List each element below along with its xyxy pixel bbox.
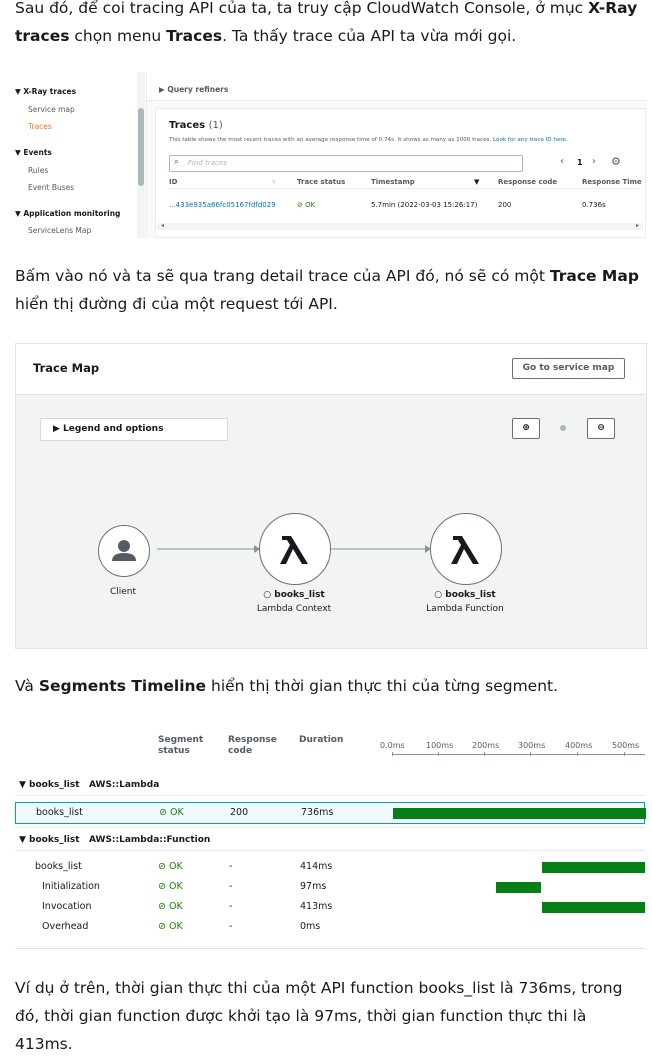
axis-line (392, 754, 645, 755)
nav-service-map[interactable]: Service map (28, 105, 75, 114)
axis-tick (438, 752, 439, 756)
table-row[interactable]: books_list ⊘ OK - 414ms (15, 857, 645, 877)
tick-label: 200ms (472, 741, 500, 750)
lambda-context-type: Lambda Context (256, 604, 332, 614)
timeline-bar[interactable] (496, 882, 541, 893)
col-segment-status: Segment status (158, 735, 204, 756)
lambda-function-name: ○ books_list (434, 590, 496, 600)
nav-xray-traces[interactable]: ▼ X-Ray traces (15, 87, 76, 96)
check-circle-icon: ⊘ (158, 921, 166, 932)
traces-count: (1) (208, 120, 223, 131)
tick-label: 100ms (426, 741, 454, 750)
find-traces-placeholder: Find traces (188, 159, 227, 167)
sidebar-scrollbar[interactable] (137, 72, 145, 238)
axis-tick (484, 752, 485, 756)
sort-desc-icon[interactable]: ▼ (474, 178, 479, 186)
xray-traces-screenshot: ▼ X-Ray traces Service map Traces ▼ Even… (15, 72, 646, 238)
next-page-icon[interactable]: › (592, 156, 596, 167)
prev-page-icon[interactable]: ‹ (560, 156, 564, 167)
lambda-function-node[interactable] (430, 513, 502, 585)
nav-traces[interactable]: Traces (28, 122, 52, 131)
axis-tick (530, 752, 531, 756)
nav-rules[interactable]: Rules (28, 166, 48, 175)
page-number[interactable]: 1 (577, 158, 583, 167)
segments-timeline-screenshot: Segment status Response code Duration 0.… (15, 725, 646, 949)
scroll-right-icon[interactable]: ▸ (636, 222, 639, 229)
check-circle-icon: ⊘ (158, 861, 166, 872)
intro-paragraph: Sau đó, để coi tracing API của ta, ta tr… (15, 0, 638, 45)
sort-icon[interactable]: ▿ (272, 178, 276, 186)
traces-table-card: Traces (1) This table shows the most rec… (155, 108, 646, 238)
divider (15, 827, 645, 828)
horizontal-scrollbar[interactable]: ◂ ▸ (157, 222, 643, 230)
scroll-left-icon[interactable]: ◂ (161, 222, 164, 229)
tick-label: 400ms (565, 741, 593, 750)
col-response-code[interactable]: Response code (498, 178, 557, 186)
trace-map-screenshot: Trace Map Go to service map ▶ Legend and… (15, 343, 647, 649)
client-node[interactable] (98, 525, 150, 577)
nav-servicelens-map[interactable]: ServiceLens Map (28, 226, 91, 235)
table-row[interactable]: Overhead ⊘ OK - 0ms (15, 917, 645, 937)
divider (15, 795, 645, 796)
trace-id-cell[interactable]: ...433e935a66fc05167fdfd029 (169, 201, 276, 209)
trace-map-paragraph: Bấm vào nó và ta sẽ qua trang detail tra… (15, 267, 639, 313)
tick-label: 300ms (518, 741, 546, 750)
trace-status-cell: ⊘ OK (297, 201, 316, 209)
nav-events[interactable]: ▼ Events (15, 148, 52, 157)
nav-application-monitoring[interactable]: ▼ Application monitoring (15, 209, 120, 218)
col-response-code: Response code (228, 735, 277, 756)
divider (15, 850, 645, 851)
query-refiners-toggle[interactable]: ▶ Query refiners (159, 85, 228, 94)
timeline-bar[interactable] (542, 902, 645, 913)
traces-description: This table shows the most recent traces … (169, 137, 568, 143)
timestamp-cell: 5.7min (2022-03-03 15:26:17) (371, 201, 478, 209)
axis-tick (624, 752, 625, 756)
table-row[interactable]: books_list ⊘ OK 200 736ms (15, 802, 646, 824)
col-id[interactable]: ID (169, 178, 177, 186)
console-sidebar: ▼ X-Ray traces Service map Traces ▼ Even… (15, 72, 137, 238)
trace-map-edges (157, 545, 431, 553)
segment-group-lambda-function[interactable]: ▼ books_list AWS::Lambda::Function (19, 835, 210, 845)
timeline-bar[interactable] (542, 862, 645, 873)
traces-title: Traces (1) (169, 120, 223, 131)
traces-main-panel: ▶ Query refiners Traces (1) This table s… (146, 72, 646, 238)
search-icon: ⌕ (174, 157, 180, 167)
client-label: Client (109, 587, 137, 597)
lambda-context-name: ○ books_list (263, 590, 325, 600)
table-row[interactable]: Invocation ⊘ OK - 413ms (15, 897, 645, 917)
scrollbar-thumb[interactable] (138, 108, 144, 186)
nav-event-buses[interactable]: Event Buses (28, 183, 74, 192)
summary-paragraph: Ví dụ ở trên, thời gian thực thi của một… (15, 979, 623, 1053)
axis-tick (392, 752, 393, 756)
check-circle-icon: ⊘ (297, 201, 303, 209)
header-divider (169, 188, 639, 189)
col-response-time[interactable]: Response Time (582, 178, 642, 186)
settings-gear-icon[interactable]: ⚙ (611, 155, 621, 168)
table-row[interactable]: Initialization ⊘ OK - 97ms (15, 877, 645, 897)
segments-timeline-paragraph: Và Segments Timeline hiển thị thời gian … (15, 677, 559, 695)
response-code-cell: 200 (498, 201, 512, 209)
find-traces-input[interactable]: ⌕ Find traces (169, 155, 523, 172)
axis-tick (577, 752, 578, 756)
timeline-bar[interactable] (393, 808, 646, 819)
trace-id-link[interactable]: Look for any trace ID here. (493, 137, 568, 143)
segment-group-lambda[interactable]: ▼ books_list AWS::Lambda (19, 780, 159, 790)
query-refiners-bar[interactable]: ▶ Query refiners (147, 72, 646, 101)
col-timestamp[interactable]: Timestamp (371, 178, 415, 186)
tick-label: 500ms (612, 741, 640, 750)
col-trace-status[interactable]: Trace status (297, 178, 345, 186)
lambda-icon (280, 536, 308, 564)
check-circle-icon: ⊘ (159, 807, 167, 818)
col-duration: Duration (299, 735, 344, 745)
lambda-function-type: Lambda Function (426, 604, 504, 614)
check-circle-icon: ⊘ (158, 901, 166, 912)
lambda-icon (451, 536, 479, 564)
lambda-context-node[interactable] (259, 513, 331, 585)
tick-label: 0.0ms (380, 741, 405, 750)
user-icon (112, 540, 136, 561)
response-time-cell: 0.736s (582, 201, 606, 209)
check-circle-icon: ⊘ (158, 881, 166, 892)
